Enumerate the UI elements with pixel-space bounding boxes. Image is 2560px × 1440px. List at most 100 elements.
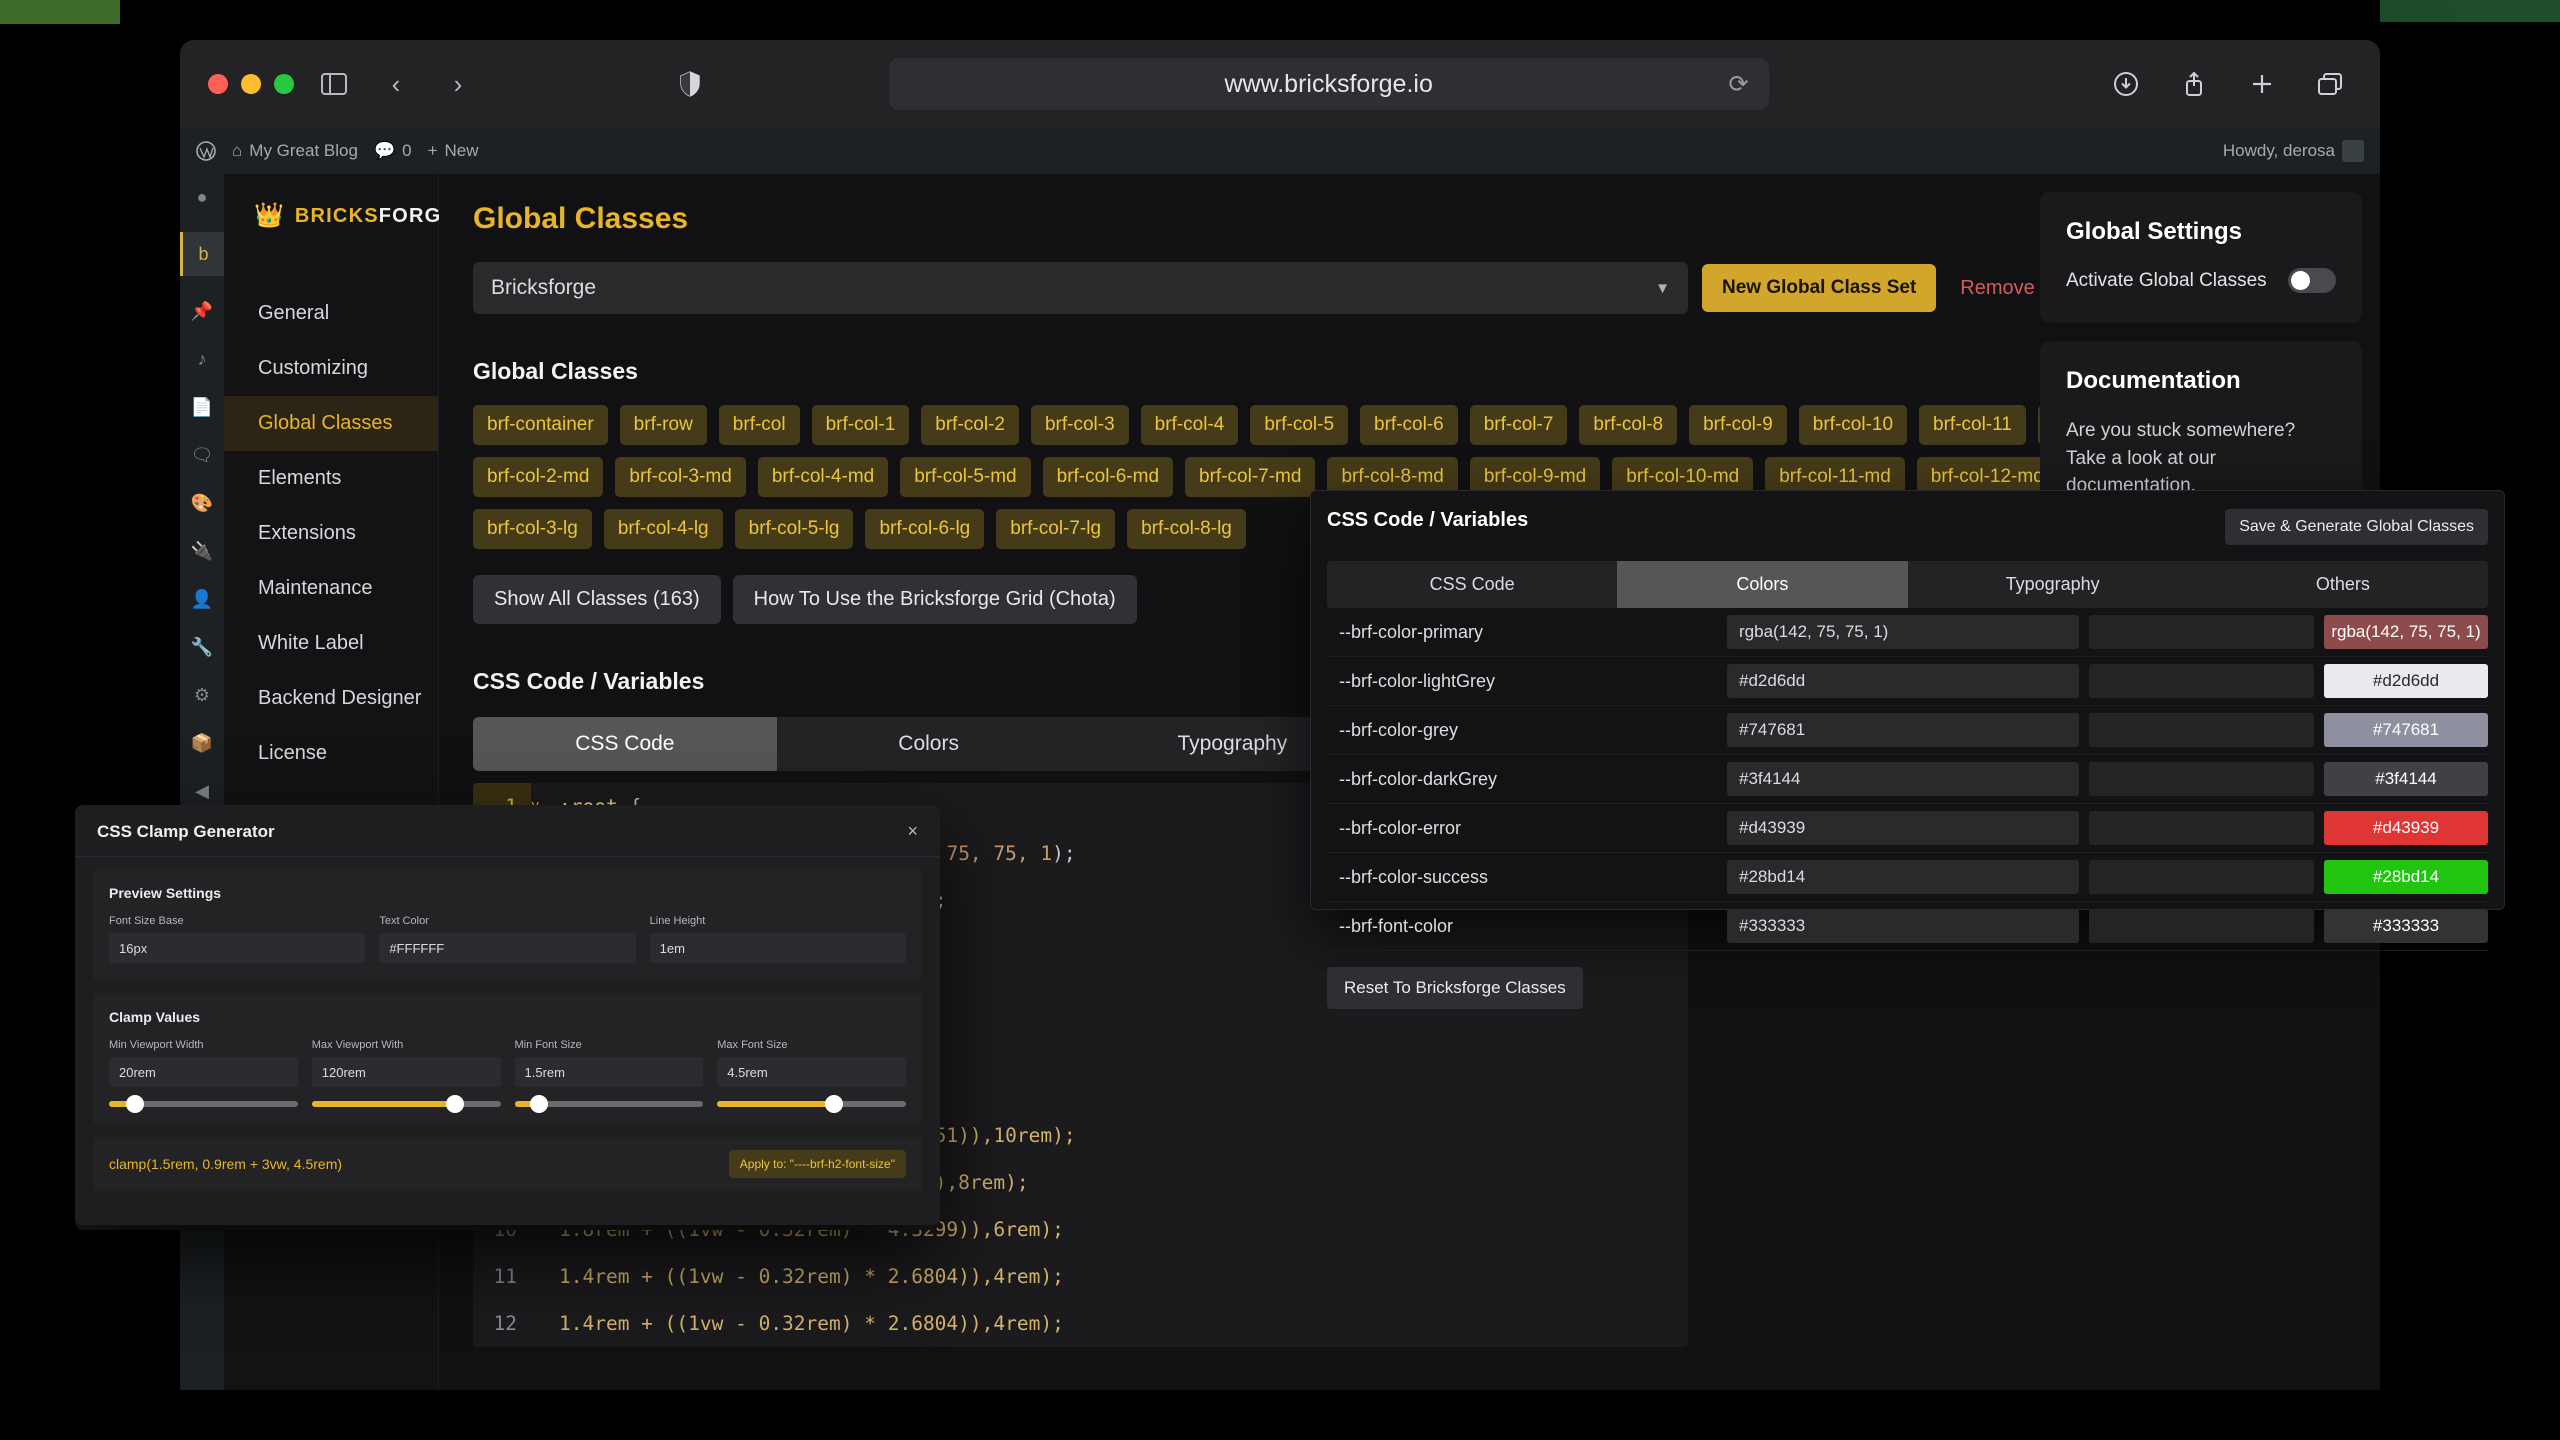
variable-typography-cell[interactable] xyxy=(2089,909,2314,943)
var-tab-colors[interactable]: Colors xyxy=(1617,561,1908,608)
slider-knob[interactable] xyxy=(530,1095,549,1113)
variable-typography-cell[interactable] xyxy=(2089,762,2314,796)
window-controls[interactable] xyxy=(208,74,294,94)
class-chip[interactable]: brf-col-2-md xyxy=(473,457,604,497)
class-chip[interactable]: brf-col-5-md xyxy=(900,457,1031,497)
plugins-icon[interactable]: 🔌 xyxy=(189,538,215,564)
reset-to-bricksforge-classes-button[interactable]: Reset To Bricksforge Classes xyxy=(1327,967,1583,1009)
preview-field-input[interactable]: 16px xyxy=(109,933,366,963)
how-to-use-grid-button[interactable]: How To Use the Bricksforge Grid (Chota) xyxy=(732,575,1137,624)
variable-value-input[interactable]: #333333 xyxy=(1727,909,2079,943)
comments-link[interactable]: 💬 0 xyxy=(374,141,412,161)
variable-typography-cell[interactable] xyxy=(2089,811,2314,845)
variable-typography-cell[interactable] xyxy=(2089,615,2314,649)
close-window-button[interactable] xyxy=(208,74,228,94)
var-tab-others[interactable]: Others xyxy=(2197,561,2488,608)
tab-css-code[interactable]: CSS Code xyxy=(473,717,777,771)
settings-icon[interactable]: ⚙ xyxy=(189,682,215,708)
reload-icon[interactable]: ⟳ xyxy=(1729,70,1749,99)
class-chip[interactable]: brf-col-3-md xyxy=(615,457,746,497)
media-icon[interactable]: ♪ xyxy=(189,346,215,372)
site-name-link[interactable]: ⌂ My Great Blog xyxy=(232,141,358,161)
class-chip[interactable]: brf-col-3-lg xyxy=(473,509,592,549)
clamp-slider[interactable] xyxy=(109,1095,298,1113)
dashboard-icon[interactable]: ● xyxy=(189,184,215,210)
wordpress-logo-icon[interactable] xyxy=(196,141,216,161)
sidebar-toggle-icon[interactable] xyxy=(312,65,356,103)
new-content-link[interactable]: + New xyxy=(428,141,479,161)
minimize-window-button[interactable] xyxy=(241,74,261,94)
color-swatch[interactable]: #747681 xyxy=(2324,713,2488,747)
class-chip[interactable]: brf-col-10 xyxy=(1798,405,1908,445)
shield-icon[interactable] xyxy=(668,65,712,103)
variable-typography-cell[interactable] xyxy=(2089,860,2314,894)
plus-icon[interactable] xyxy=(2240,65,2284,103)
variable-value-input[interactable]: #747681 xyxy=(1727,713,2079,747)
class-chip[interactable]: brf-row xyxy=(619,405,707,445)
variable-value-input[interactable]: #28bd14 xyxy=(1727,860,2079,894)
sidebar-item-license[interactable]: License xyxy=(224,726,438,781)
clamp-field-input[interactable]: 120rem xyxy=(311,1057,501,1087)
comments-icon[interactable]: 🗨 xyxy=(189,442,215,468)
box-icon[interactable]: 📦 xyxy=(189,730,215,756)
new-global-class-set-button[interactable]: New Global Class Set xyxy=(1702,264,1937,312)
clamp-slider[interactable] xyxy=(514,1095,704,1113)
bricksforge-rail-icon[interactable]: b xyxy=(180,232,224,276)
variable-typography-cell[interactable] xyxy=(2089,713,2314,747)
class-chip[interactable]: brf-col-7 xyxy=(1469,405,1568,445)
back-arrow-icon[interactable]: ‹ xyxy=(374,65,418,103)
color-swatch[interactable]: #3f4144 xyxy=(2324,762,2488,796)
class-chip[interactable]: brf-col-4-lg xyxy=(603,509,723,549)
preview-field-input[interactable]: #FFFFFF xyxy=(379,933,636,963)
sidebar-item-elements[interactable]: Elements xyxy=(224,451,438,506)
sidebar-item-maintenance[interactable]: Maintenance xyxy=(224,561,438,616)
class-chip[interactable]: brf-col-3 xyxy=(1030,405,1129,445)
sidebar-item-extensions[interactable]: Extensions xyxy=(224,506,438,561)
pages-icon[interactable]: 📄 xyxy=(189,394,215,420)
appearance-icon[interactable]: 🎨 xyxy=(189,490,215,516)
clamp-slider[interactable] xyxy=(311,1095,501,1113)
color-swatch[interactable]: #d2d6dd xyxy=(2324,664,2488,698)
class-chip[interactable]: brf-col-7-md xyxy=(1185,457,1316,497)
activate-global-classes-toggle[interactable] xyxy=(2288,268,2336,293)
tab-colors[interactable]: Colors xyxy=(776,717,1081,771)
class-set-select[interactable]: Bricksforge ▼ xyxy=(473,262,1688,314)
maximize-window-button[interactable] xyxy=(274,74,294,94)
slider-knob[interactable] xyxy=(446,1095,465,1113)
color-swatch[interactable]: #28bd14 xyxy=(2324,860,2488,894)
pin-icon[interactable]: 📌 xyxy=(189,298,215,324)
var-tab-css-code[interactable]: CSS Code xyxy=(1327,561,1618,608)
class-chip[interactable]: brf-col-1 xyxy=(811,405,910,445)
address-bar[interactable]: www.bricksforge.io ⟳ xyxy=(888,58,1769,110)
collapse-icon[interactable]: ◀ xyxy=(189,778,215,804)
sidebar-item-general[interactable]: General xyxy=(224,286,438,341)
sidebar-item-global-classes[interactable]: Global Classes xyxy=(224,396,438,451)
account-menu[interactable]: Howdy, derosa xyxy=(2223,140,2364,162)
class-chip[interactable]: brf-col-4-md xyxy=(757,457,889,497)
class-chip[interactable]: brf-col-6-lg xyxy=(865,509,985,549)
variable-value-input[interactable]: #d2d6dd xyxy=(1727,664,2079,698)
sidebar-item-customizing[interactable]: Customizing xyxy=(224,341,438,396)
apply-clamp-button[interactable]: Apply to: "----brf-h2-font-size" xyxy=(728,1150,906,1178)
forward-arrow-icon[interactable]: › xyxy=(436,65,480,103)
save-generate-global-classes-button[interactable]: Save & Generate Global Classes xyxy=(2225,509,2488,545)
slider-knob[interactable] xyxy=(825,1095,844,1113)
class-chip[interactable]: brf-col-4 xyxy=(1140,405,1239,445)
class-chip[interactable]: brf-col-7-lg xyxy=(996,509,1116,549)
color-swatch[interactable]: #d43939 xyxy=(2324,811,2488,845)
variable-typography-cell[interactable] xyxy=(2089,664,2314,698)
class-chip[interactable]: brf-col-9 xyxy=(1689,405,1787,445)
tab-overview-icon[interactable] xyxy=(2308,65,2352,103)
class-chip[interactable]: brf-col xyxy=(718,405,800,445)
share-icon[interactable] xyxy=(2172,65,2216,103)
clamp-field-input[interactable]: 20rem xyxy=(109,1057,298,1087)
color-swatch[interactable]: #333333 xyxy=(2324,909,2488,943)
color-swatch[interactable]: rgba(142, 75, 75, 1) xyxy=(2324,615,2488,649)
show-all-classes-button[interactable]: Show All Classes (163) xyxy=(473,575,721,624)
clamp-slider[interactable] xyxy=(717,1095,906,1113)
class-chip[interactable]: brf-container xyxy=(473,405,608,445)
class-chip[interactable]: brf-col-2 xyxy=(921,405,1019,445)
tools-icon[interactable]: 🔧 xyxy=(189,634,215,660)
class-chip[interactable]: brf-col-8-lg xyxy=(1127,509,1246,549)
class-chip[interactable]: brf-col-8 xyxy=(1579,405,1678,445)
